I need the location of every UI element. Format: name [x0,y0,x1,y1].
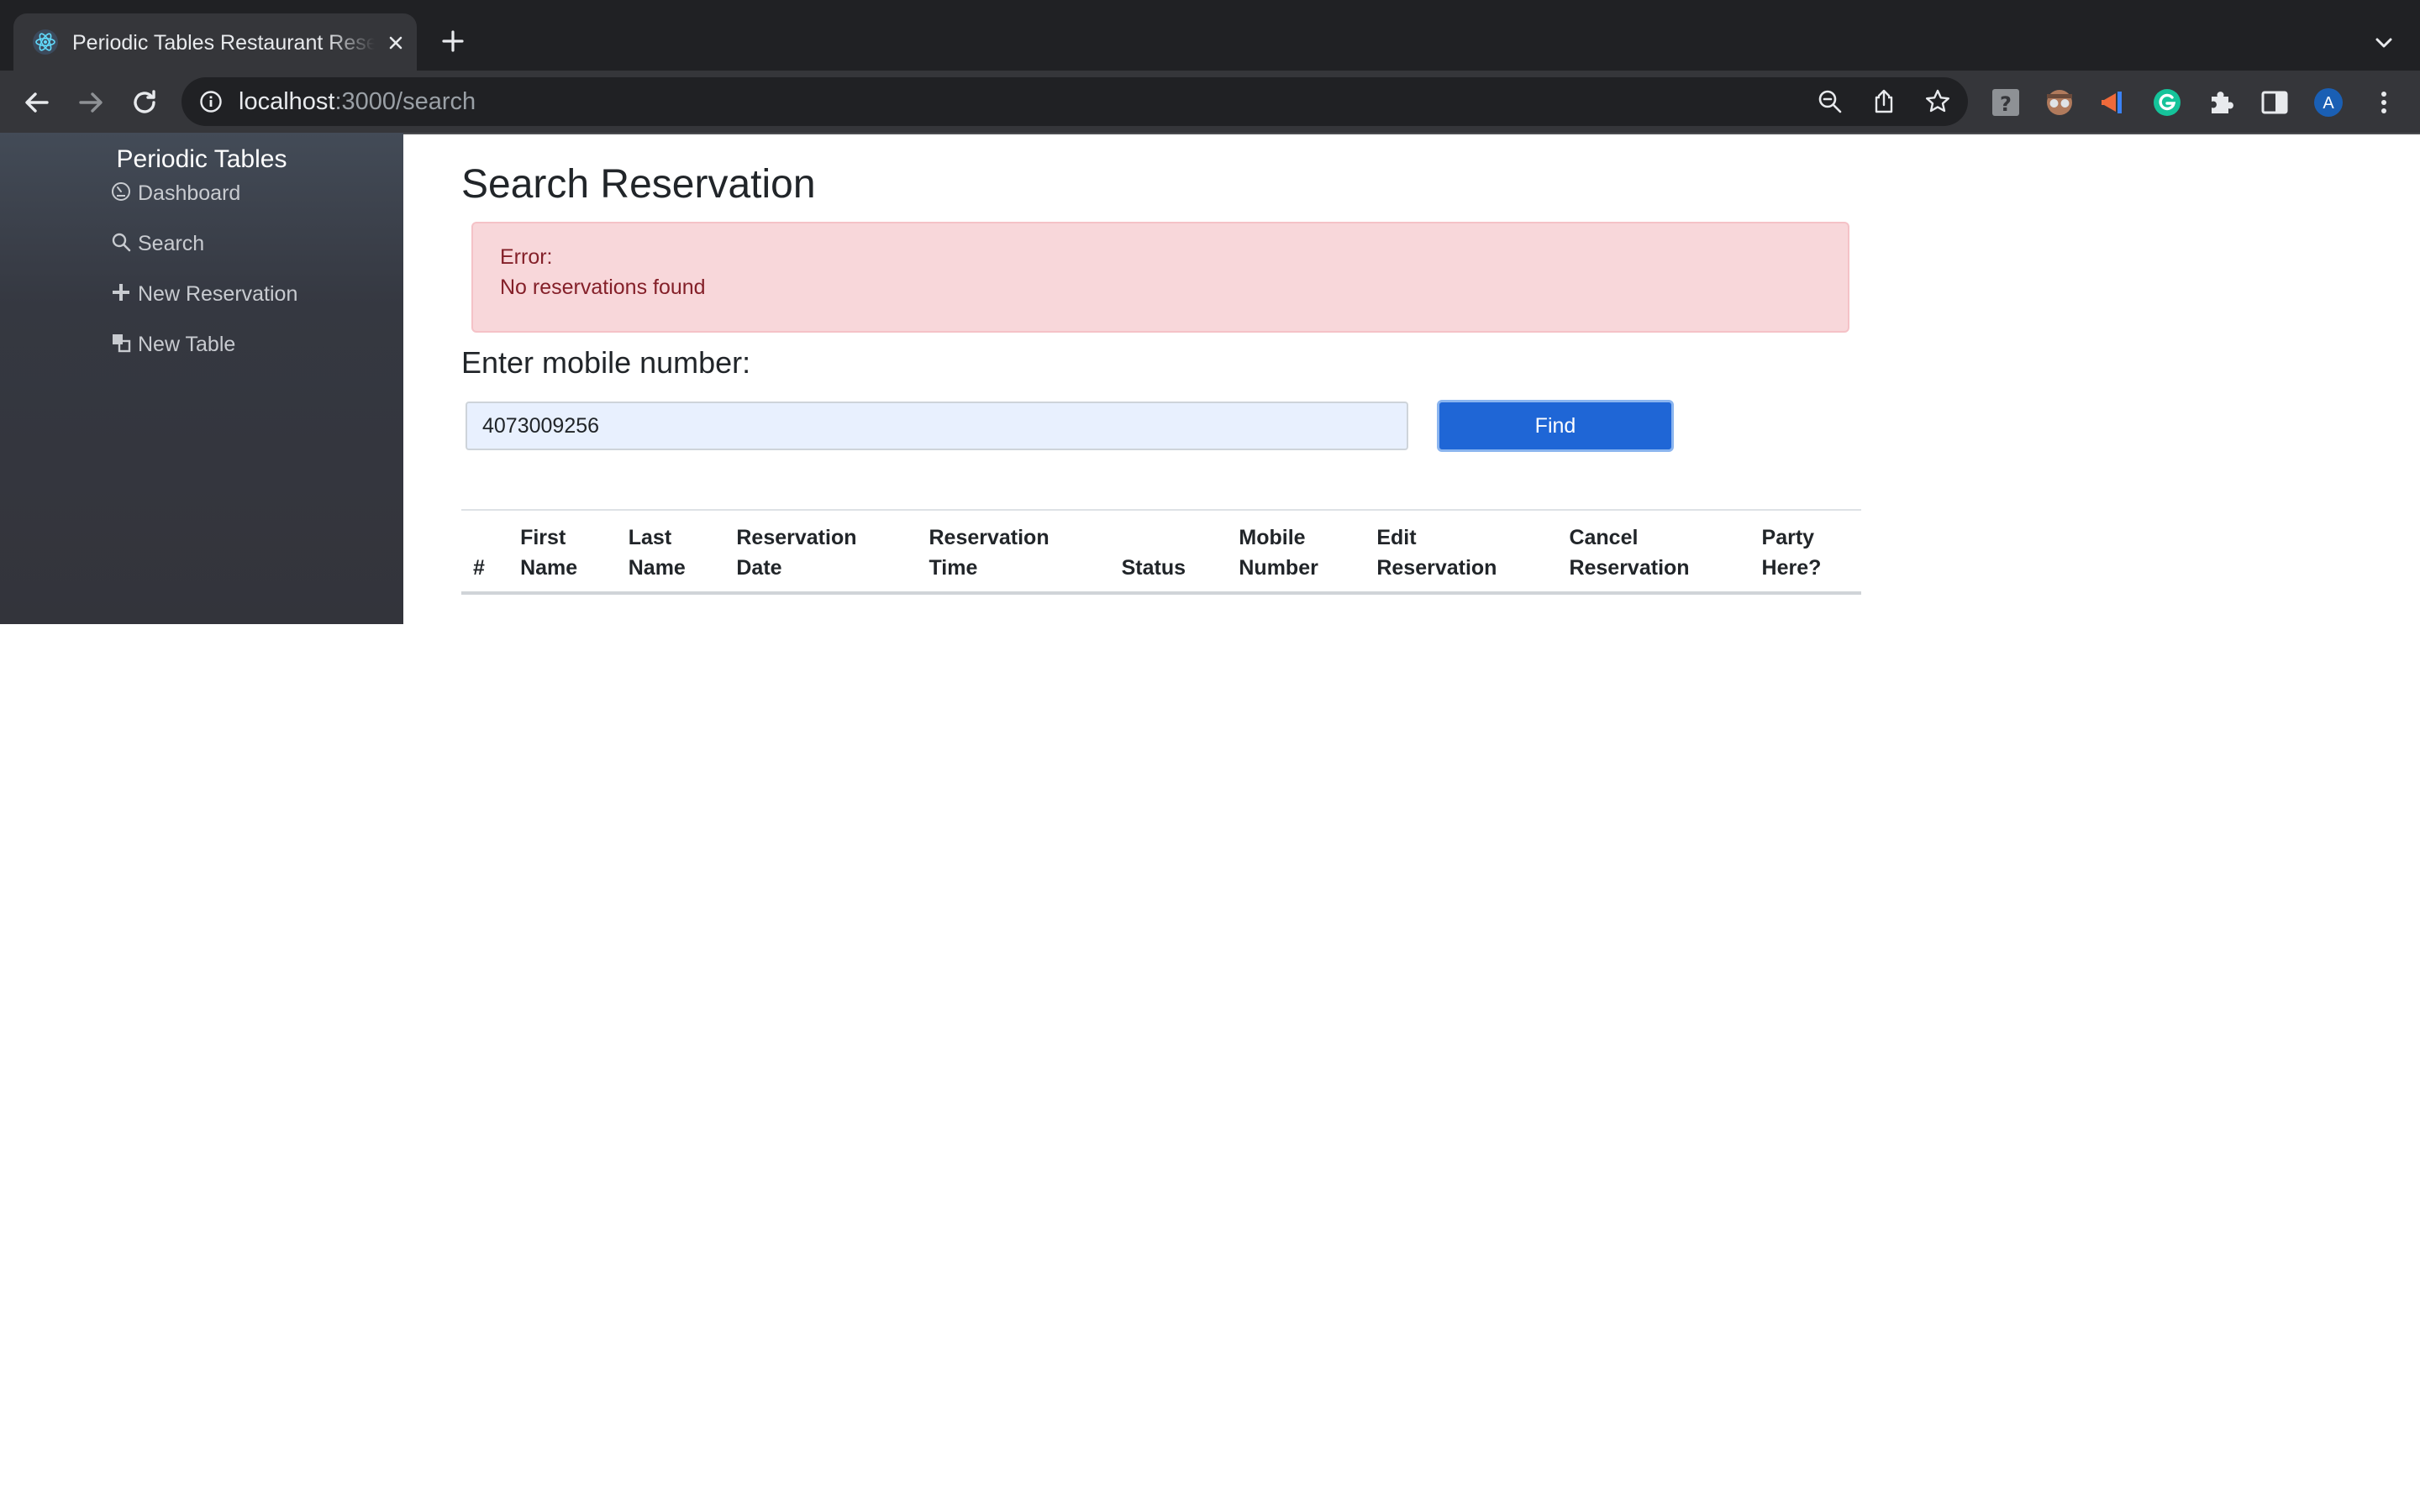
browser-tab[interactable]: Periodic Tables Restaurant Reservation [13,13,417,71]
help-extension-icon[interactable]: ? [1990,87,2022,118]
column-header: Edit Reservation [1365,509,1558,595]
column-header-text: Last [628,526,672,549]
react-favicon-icon [33,29,58,55]
sidebar-item-label: Search [138,232,205,255]
error-message: No reservations found [500,276,706,299]
tab-title: Periodic Tables Restaurant Reservation [72,31,375,55]
search-icon [112,233,131,252]
column-header-text: # [473,556,485,580]
column-header: Cancel Reservation [1557,509,1750,595]
plus-icon [113,284,129,301]
column-header-text: Reservation [1376,556,1497,580]
column-header-text: Time [929,556,978,580]
profile-initial: A [2323,94,2334,113]
column-header-text: Status [1121,556,1186,580]
close-tab-icon[interactable] [383,30,408,55]
browser-toolbar: localhost:3000/search ? A [0,71,2420,134]
column-header: Reservation Date [724,509,918,595]
mobile-number-input[interactable] [466,402,1408,450]
svg-text:?: ? [2000,92,2012,116]
column-header-text: Party [1761,526,1815,549]
column-header-text: Reservation [929,526,1050,549]
column-header-text: Number [1239,556,1318,580]
grammarly-icon[interactable] [2151,87,2183,118]
share-icon[interactable] [1870,88,1897,115]
column-header-text: Edit [1376,526,1417,549]
zoom-out-icon[interactable] [1817,88,1844,115]
mobile-number-label: Enter mobile number: [461,345,751,380]
error-heading: Error: [500,245,553,269]
sidebar-item-label: New Reservation [138,282,298,306]
bookmark-star-icon[interactable] [1924,88,1951,115]
url-path: :3000/search [334,88,476,115]
browser-menu-icon[interactable] [2368,87,2400,118]
sidebar-item-label: New Table [138,333,236,356]
extensions-puzzle-icon[interactable] [2205,87,2237,118]
back-icon[interactable] [20,86,54,119]
column-header-text: Mobile [1239,526,1306,549]
table-header-row: # First Name Last Name Reservation Date Reserva… [461,509,1861,595]
reload-icon[interactable] [128,86,161,119]
column-header-text: First [520,526,566,549]
brand-title[interactable]: Periodic Tables [0,143,403,176]
column-header-text: Here? [1761,556,1822,580]
page-title: Search Reservation [461,162,816,207]
column-header-text: Date [736,556,782,580]
column-header: Mobile Number [1227,509,1365,595]
column-header-text: Cancel [1569,526,1639,549]
url-host: localhost [239,88,335,115]
forward-icon[interactable] [74,86,108,119]
main-content: Search Reservation Error: No reservation… [403,133,2420,1512]
dashboard-icon [112,182,130,201]
column-header: # [461,509,509,595]
address-bar[interactable]: localhost:3000/search [182,77,1968,126]
column-header-text: Reservation [736,526,857,549]
megaphone-extension-icon[interactable] [2097,87,2129,118]
url-text: localhost:3000/search [239,87,476,116]
spy-extension-icon[interactable] [2044,87,2075,118]
profile-avatar[interactable]: A [2312,87,2344,118]
new-tab-icon[interactable] [439,27,467,55]
column-header: Last Name [616,509,725,595]
column-header: Reservation Time [917,509,1110,595]
chevron-down-icon[interactable] [2371,30,2396,55]
reservations-table: # First Name Last Name Reservation Date Reserva… [461,509,1861,595]
column-header: Party Here? [1749,509,1861,595]
browser-tabstrip: Periodic Tables Restaurant Reservation [0,0,2420,71]
side-panel-icon[interactable] [2259,87,2291,118]
column-header-text: Reservation [1569,556,1690,580]
sidebar-item-label: Dashboard [138,181,241,205]
site-info-icon[interactable] [198,89,224,114]
column-header-text: Name [520,556,578,580]
error-alert: Error: No reservations found [471,222,1849,333]
column-header: First Name [508,509,617,595]
table-icon [113,334,131,353]
column-header-text: Name [628,556,686,580]
sidebar: Periodic Tables Dashboard Search New Res… [0,133,403,624]
find-button[interactable]: Find [1437,400,1674,452]
column-header: Status [1109,509,1228,595]
